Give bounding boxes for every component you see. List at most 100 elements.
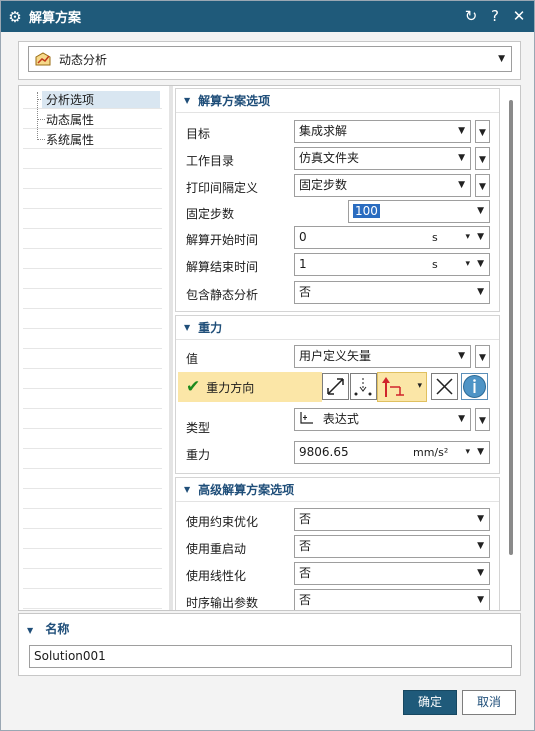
restart-select[interactable]: 否 ▼ <box>294 535 490 558</box>
chevron-down-icon: ▼ <box>479 353 486 363</box>
gravity-type-options-button[interactable]: ▼ <box>475 408 490 431</box>
tree-empty-row <box>23 149 162 169</box>
target-row: 目标 集成求解 ▼ ▼ <box>176 119 499 145</box>
static-analysis-label: 包含静态分析 <box>186 288 259 302</box>
unit-chevron-icon[interactable]: ▾ <box>465 227 470 248</box>
reverse-direction-icon <box>436 378 453 395</box>
gravity-magnitude-input[interactable]: 9806.65 mm/s² ▾ ▼ <box>294 441 490 464</box>
static-analysis-value: 否 <box>299 285 312 299</box>
target-select[interactable]: 集成求解 ▼ <box>294 120 471 143</box>
cancel-button[interactable]: 取消 <box>462 690 516 715</box>
chevron-down-icon: ▼ <box>477 514 484 524</box>
gravity-section: ▼ 重力 值 用户定义矢量 ▼ ▼ ✔ 重力方向 ▾ 类型 表达式 ▼ ▼ 重力… <box>175 315 500 474</box>
constraint-optimization-select[interactable]: 否 ▼ <box>294 508 490 531</box>
chevron-down-icon: ▼ <box>458 414 465 424</box>
check-icon: ✔ <box>186 377 201 397</box>
solution-options-section: ▼ 解算方案选项 目标 集成求解 ▼ ▼ 工作目录 仿真文件夹 ▼ ▼ 打印间隔… <box>175 88 500 312</box>
tree-item-label: 动态属性 <box>46 113 95 127</box>
gravity-direction-label-box[interactable]: ✔ 重力方向 <box>178 372 322 402</box>
gravity-value-label: 值 <box>186 352 199 366</box>
chevron-down-icon: ▼ <box>498 54 505 64</box>
tree-empty-row <box>23 409 162 429</box>
tree-empty-row <box>23 289 162 309</box>
splitter[interactable] <box>169 86 173 610</box>
workdir-select[interactable]: 仿真文件夹 ▼ <box>294 147 471 170</box>
chevron-down-icon: ▾ <box>417 381 422 391</box>
tree-item-analysis-options[interactable]: 分析选项 <box>23 89 162 109</box>
ok-button[interactable]: 确定 <box>403 690 457 715</box>
start-time-row: 解算开始时间 0 s ▾ ▼ <box>176 225 499 251</box>
tree-item-label: 分析选项 <box>42 91 160 108</box>
help-icon[interactable]: ? <box>486 5 504 27</box>
static-analysis-select[interactable]: 否 ▼ <box>294 281 490 304</box>
tree-empty-row <box>23 569 162 589</box>
gravity-value-options-button[interactable]: ▼ <box>475 345 490 368</box>
chevron-down-icon: ▼ <box>477 568 484 578</box>
restart-label: 使用重启动 <box>186 542 247 556</box>
advanced-options-section: ▼ 高级解算方案选项 使用约束优化 否 ▼ 使用重启动 否 ▼ 使用线性化 否 … <box>175 477 500 610</box>
gravity-unit: mm/s² <box>413 446 449 459</box>
gravity-value-value: 用户定义矢量 <box>299 349 372 363</box>
gravity-magnitude-row: 重力 9806.65 mm/s² ▾ ▼ <box>176 440 499 466</box>
section-title: 名称 <box>45 622 70 636</box>
workdir-options-button[interactable]: ▼ <box>475 147 490 170</box>
expression-icon <box>300 412 313 424</box>
tree-item-dynamic-properties[interactable]: 动态属性 <box>23 109 162 129</box>
end-time-label: 解算结束时间 <box>186 260 259 274</box>
collapse-icon: ▼ <box>184 96 191 105</box>
section-header[interactable]: ▼ 重力 <box>176 316 499 340</box>
solution-type-select[interactable]: 动态分析 ▼ <box>28 46 512 72</box>
scrollbar-thumb[interactable] <box>509 100 513 555</box>
gravity-direction-row: ✔ 重力方向 ▾ <box>178 372 499 402</box>
timeseries-output-label: 时序输出参数 <box>186 596 259 610</box>
two-points-vector-icon <box>354 378 372 396</box>
gravity-type-row: 类型 表达式 ▼ ▼ <box>176 407 499 435</box>
linearization-select[interactable]: 否 ▼ <box>294 562 490 585</box>
gravity-value-select[interactable]: 用户定义矢量 ▼ <box>294 345 471 368</box>
tree-empty-row <box>23 189 162 209</box>
tree-empty-row <box>23 449 162 469</box>
tree-empty-row <box>23 549 162 569</box>
gravity-type-select[interactable]: 表达式 ▼ <box>294 408 471 431</box>
close-icon[interactable]: ✕ <box>510 5 528 27</box>
chevron-down-icon: ▼ <box>458 126 465 136</box>
solution-name-input[interactable]: Solution001 <box>29 645 512 668</box>
start-time-input[interactable]: 0 s ▾ ▼ <box>294 226 490 249</box>
fixed-steps-input[interactable]: 100 ▼ <box>348 200 490 223</box>
two-points-vector-button[interactable] <box>350 373 377 400</box>
unit-chevron-icon[interactable]: ▾ <box>465 254 470 275</box>
collapse-icon: ▼ <box>184 485 191 494</box>
solution-dialog: ⚙ 解算方案 ↻ ? ✕ 动态分析 ▼ 分析选项 动态属性 系统属性 ▼ 解算方… <box>0 0 535 731</box>
tree-empty-row <box>23 249 162 269</box>
tree-empty-row <box>23 389 162 409</box>
section-header[interactable]: ▼ 名称 <box>27 620 69 637</box>
tree-connector <box>37 139 45 140</box>
section-header[interactable]: ▼ 解算方案选项 <box>176 89 499 113</box>
target-options-button[interactable]: ▼ <box>475 120 490 143</box>
timeseries-output-select[interactable]: 否 ▼ <box>294 589 490 610</box>
tree-empty-row <box>23 349 162 369</box>
vertical-scrollbar[interactable] <box>504 88 518 608</box>
chevron-down-icon: ▼ <box>479 182 486 192</box>
restart-value: 否 <box>299 539 312 553</box>
reset-icon[interactable]: ↻ <box>462 5 480 27</box>
tree-item-system-properties[interactable]: 系统属性 <box>23 129 162 149</box>
fixed-steps-label: 固定步数 <box>186 207 235 221</box>
reverse-direction-button[interactable] <box>431 373 458 400</box>
end-time-input[interactable]: 1 s ▾ ▼ <box>294 253 490 276</box>
tree-empty-row <box>23 309 162 329</box>
collapse-icon: ▼ <box>27 626 34 635</box>
unit-chevron-icon[interactable]: ▾ <box>465 442 470 463</box>
print-interval-select[interactable]: 固定步数 ▼ <box>294 174 471 197</box>
vector-method-dropdown[interactable]: ▾ <box>377 372 427 402</box>
tree-empty-row <box>23 209 162 229</box>
gravity-value-row: 值 用户定义矢量 ▼ ▼ <box>176 344 499 370</box>
info-button[interactable] <box>461 373 488 400</box>
print-interval-options-button[interactable]: ▼ <box>475 174 490 197</box>
section-header[interactable]: ▼ 高级解算方案选项 <box>176 478 499 502</box>
inferred-vector-button[interactable] <box>322 373 349 400</box>
chevron-down-icon: ▼ <box>458 153 465 163</box>
end-time-unit: s <box>432 258 438 271</box>
tree-empty-row <box>23 429 162 449</box>
workdir-label: 工作目录 <box>186 154 235 168</box>
